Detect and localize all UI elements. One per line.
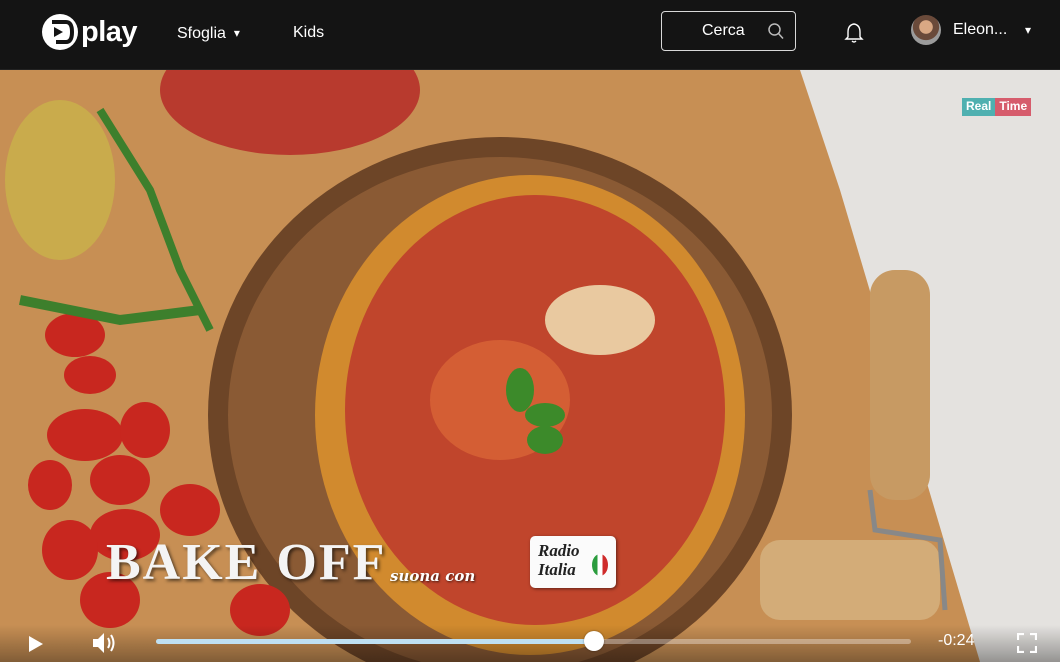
search-label: Cerca bbox=[702, 22, 745, 39]
user-menu[interactable]: Eleon... ▾ bbox=[911, 14, 1031, 46]
logo[interactable]: play bbox=[42, 13, 138, 51]
progress-bar[interactable] bbox=[156, 631, 911, 651]
search-box[interactable]: Cerca bbox=[661, 11, 796, 51]
progress-handle[interactable] bbox=[583, 631, 604, 651]
fullscreen-icon[interactable] bbox=[1016, 632, 1038, 658]
nav-browse-label: Sfoglia bbox=[177, 25, 226, 42]
chevron-down-icon: ▾ bbox=[1025, 23, 1032, 37]
channel-logo-part: Real bbox=[962, 98, 996, 116]
channel-logo: Real Time bbox=[962, 98, 1032, 116]
italy-flag-icon bbox=[592, 554, 608, 576]
video-player[interactable]: Real Time BAKE OFF suona con Radio Italia… bbox=[0, 70, 1060, 662]
program-title-overlay: BAKE OFF bbox=[106, 534, 387, 591]
top-bar: play Sfoglia ▾ Kids Cerca Eleon... ▾ bbox=[0, 0, 1060, 70]
nav-browse[interactable]: Sfoglia ▾ bbox=[177, 22, 240, 44]
sponsor-name: Radio Italia bbox=[538, 541, 580, 579]
sponsor-tagline: suona con bbox=[390, 567, 476, 585]
time-remaining: -0:24 bbox=[938, 632, 975, 649]
avatar bbox=[911, 15, 941, 45]
nav-kids[interactable]: Kids bbox=[293, 22, 324, 44]
sponsor-logo: Radio Italia bbox=[530, 536, 616, 588]
user-name: Eleon... bbox=[953, 21, 1008, 38]
volume-icon[interactable] bbox=[91, 631, 117, 660]
play-logo-icon bbox=[42, 14, 78, 50]
player-controls: -0:24 bbox=[0, 625, 1060, 662]
channel-logo-part: Time bbox=[995, 98, 1032, 116]
search-icon bbox=[768, 23, 784, 45]
chevron-down-icon: ▾ bbox=[233, 26, 240, 40]
bell-icon[interactable] bbox=[843, 22, 865, 49]
play-icon[interactable] bbox=[28, 635, 44, 658]
progress-fill bbox=[156, 639, 594, 644]
logo-text: play bbox=[81, 15, 138, 48]
